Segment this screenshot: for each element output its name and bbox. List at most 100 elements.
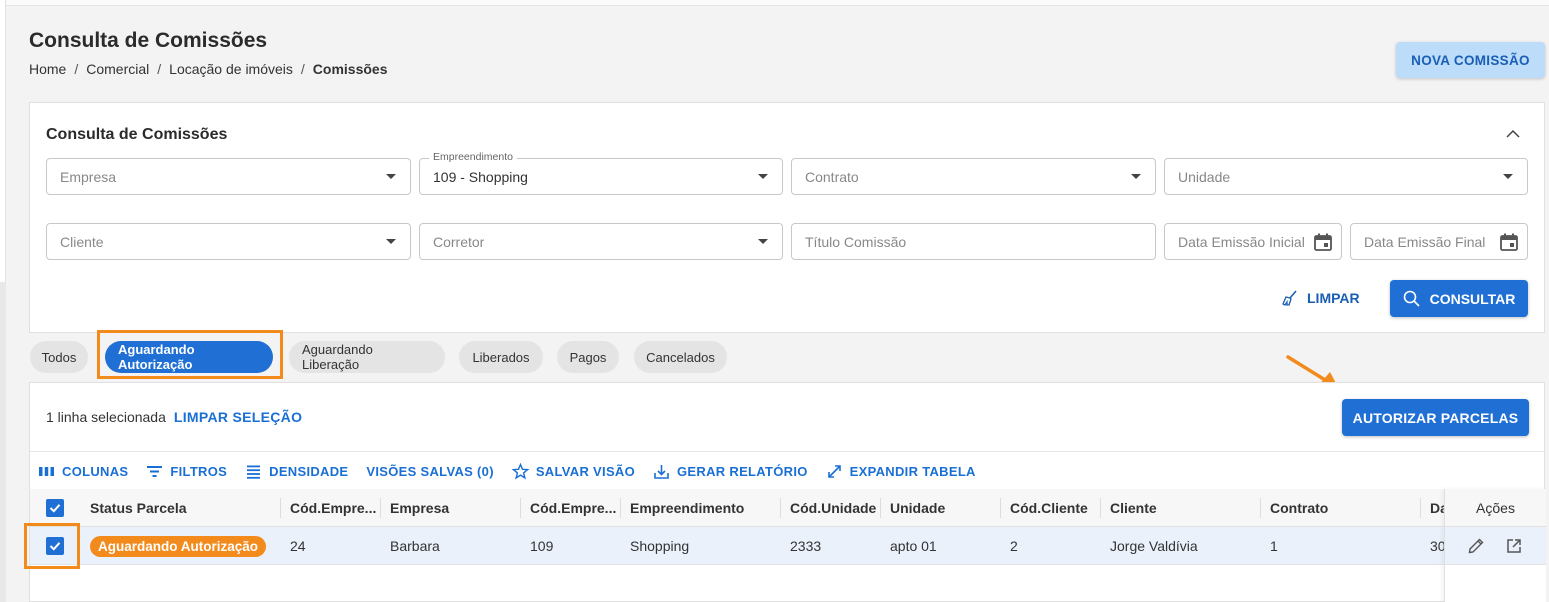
broom-icon: [1282, 290, 1297, 306]
unidade-select[interactable]: Unidade: [1164, 158, 1528, 195]
consultar-button[interactable]: CONSULTAR: [1390, 280, 1528, 317]
expandir-tabela-button[interactable]: EXPANDIR TABELA: [826, 463, 976, 480]
col-cliente[interactable]: Cliente: [1110, 489, 1157, 527]
tab-aguardando-liberacao[interactable]: Aguardando Liberação: [289, 341, 445, 373]
checkbox-checked-icon: [46, 499, 64, 517]
results-card: 1 linha selecionada LIMPAR SELEÇÃO AUTOR…: [29, 382, 1546, 602]
data-emissao-inicial-input[interactable]: Data Emissão Inicial: [1164, 223, 1342, 260]
column-separator[interactable]: [1260, 498, 1261, 518]
table-row[interactable]: Aguardando Autorização 24 Barbara 109 Sh…: [30, 527, 1546, 565]
corretor-select[interactable]: Corretor: [419, 223, 783, 260]
breadcrumb-comercial[interactable]: Comercial: [86, 61, 149, 77]
empresa-placeholder: Empresa: [60, 168, 117, 185]
calendar-icon[interactable]: [1313, 232, 1333, 252]
empreendimento-value: 109 - Shopping: [433, 168, 528, 185]
acoes-row: [1445, 527, 1546, 565]
cell-contrato: 1: [1270, 538, 1278, 554]
colunas-button[interactable]: COLUNAS: [38, 463, 128, 480]
titulo-placeholder: Título Comissão: [805, 233, 907, 250]
status-badge: Aguardando Autorização: [90, 535, 267, 557]
col-empresa[interactable]: Empresa: [390, 489, 449, 527]
visoes-label: VISÕES SALVAS (0): [366, 464, 494, 479]
divider: [30, 451, 1546, 452]
top-bar: [0, 0, 1549, 6]
column-separator[interactable]: [1100, 498, 1101, 518]
col-cod-empreendimento[interactable]: Cód.Empre...: [530, 489, 616, 527]
breadcrumb-separator: /: [157, 61, 162, 77]
salvar-visao-button[interactable]: SALVAR VISÃO: [511, 463, 635, 480]
col-contrato[interactable]: Contrato: [1270, 489, 1328, 527]
selection-info: 1 linha selecionada LIMPAR SELEÇÃO: [46, 409, 302, 425]
col-status-parcela[interactable]: Status Parcela: [90, 489, 187, 527]
column-separator[interactable]: [380, 498, 381, 518]
data-emissao-final-input[interactable]: Data Emissão Final: [1350, 223, 1528, 260]
col-unidade[interactable]: Unidade: [890, 489, 945, 527]
filtros-label: FILTROS: [170, 464, 228, 479]
colunas-label: COLUNAS: [62, 464, 129, 479]
column-separator[interactable]: [780, 498, 781, 518]
dropdown-arrow-icon: [1131, 174, 1141, 179]
status-cell: Aguardando Autorização: [90, 527, 267, 565]
col-cod-empresa[interactable]: Cód.Empre...: [290, 489, 376, 527]
limpar-selecao-link[interactable]: LIMPAR SELEÇÃO: [174, 409, 302, 425]
cell-unidade: apto 01: [890, 538, 937, 554]
column-separator[interactable]: [520, 498, 521, 518]
column-separator[interactable]: [1420, 498, 1421, 518]
tab-pagos[interactable]: Pagos: [557, 341, 619, 373]
col-cod-cliente[interactable]: Cód.Cliente: [1010, 489, 1088, 527]
open-external-icon[interactable]: [1505, 537, 1523, 555]
calendar-icon[interactable]: [1499, 232, 1519, 252]
empreendimento-select[interactable]: Empreendimento 109 - Shopping: [419, 151, 783, 195]
breadcrumb-locacao[interactable]: Locação de imóveis: [169, 61, 293, 77]
breadcrumb-current: Comissões: [312, 61, 388, 77]
contrato-select[interactable]: Contrato: [791, 158, 1156, 195]
consultar-label: CONSULTAR: [1429, 290, 1516, 307]
filter-card-title: Consulta de Comissões: [46, 126, 228, 143]
dropdown-arrow-icon: [386, 239, 396, 244]
expandir-tabela-label: EXPANDIR TABELA: [849, 464, 976, 479]
select-all-checkbox[interactable]: [46, 489, 64, 527]
page-title: Consulta de Comissões: [29, 29, 268, 52]
edit-icon[interactable]: [1467, 537, 1485, 555]
column-separator[interactable]: [1000, 498, 1001, 518]
column-separator[interactable]: [620, 498, 621, 518]
column-separator[interactable]: [280, 498, 281, 518]
columns-icon: [39, 467, 54, 476]
breadcrumb: Home / Comercial / Locação de imóveis / …: [29, 61, 388, 77]
dropdown-arrow-icon: [1503, 174, 1513, 179]
left-edge-shade: [0, 282, 6, 602]
tab-cancelados[interactable]: Cancelados: [634, 341, 727, 373]
cell-cliente: Jorge Valdívia: [1110, 538, 1198, 554]
col-empreendimento[interactable]: Empreendimento: [630, 489, 744, 527]
column-separator[interactable]: [880, 498, 881, 518]
gerar-relatorio-label: GERAR RELATÓRIO: [677, 464, 808, 479]
cell-cod-cliente: 2: [1010, 538, 1018, 554]
limpar-label: LIMPAR: [1307, 290, 1360, 306]
empresa-select[interactable]: Empresa: [46, 158, 411, 195]
cell-empresa: Barbara: [390, 538, 440, 554]
star-icon: [511, 463, 529, 480]
selection-count: 1 linha selecionada: [46, 409, 166, 425]
tab-liberados[interactable]: Liberados: [459, 341, 543, 373]
dropdown-arrow-icon: [758, 174, 768, 179]
col-cod-unidade[interactable]: Cód.Unidade: [790, 489, 876, 527]
download-icon: [654, 465, 669, 479]
titulo-comissao-input[interactable]: Título Comissão: [791, 223, 1156, 260]
cliente-select[interactable]: Cliente: [46, 223, 411, 260]
corretor-placeholder: Corretor: [433, 233, 485, 250]
highlight-box: [97, 330, 283, 379]
gerar-relatorio-button[interactable]: GERAR RELATÓRIO: [653, 463, 808, 480]
limpar-button[interactable]: LIMPAR: [1281, 284, 1360, 312]
nova-comissao-button[interactable]: NOVA COMISSÃO: [1396, 42, 1545, 78]
visoes-salvas-button[interactable]: VISÕES SALVAS (0): [366, 464, 493, 479]
col-acoes: Ações: [1445, 489, 1546, 527]
filtros-button[interactable]: FILTROS: [146, 463, 227, 480]
densidade-button[interactable]: DENSIDADE: [245, 463, 348, 480]
acoes-column: Ações: [1444, 489, 1546, 602]
data-final-placeholder: Data Emissão Final: [1364, 233, 1486, 250]
chevron-up-icon[interactable]: [1504, 125, 1522, 143]
cell-cod-empresa: 24: [290, 538, 306, 554]
breadcrumb-home[interactable]: Home: [29, 61, 66, 77]
tab-todos[interactable]: Todos: [30, 341, 88, 373]
autorizar-parcelas-button[interactable]: AUTORIZAR PARCELAS: [1342, 399, 1529, 436]
